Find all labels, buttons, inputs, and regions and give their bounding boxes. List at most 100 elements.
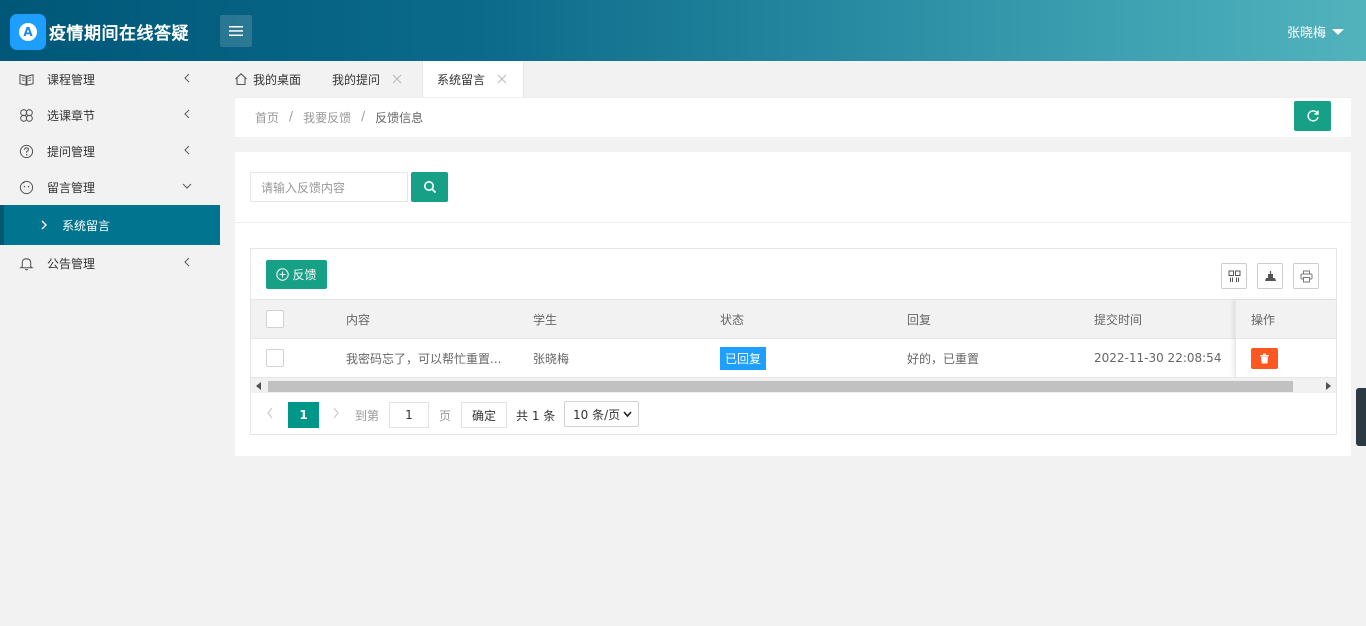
pagination: 1 到第 1 页 确定 共 1 条 10 条/页 — [251, 393, 1336, 434]
export-button[interactable] — [1257, 263, 1283, 289]
next-page-icon[interactable] — [331, 406, 341, 420]
search-icon — [423, 181, 436, 194]
top-header: A 疫情期间在线答疑 张晓梅 — [0, 0, 1366, 61]
goto-label: 到第 — [355, 409, 380, 423]
app-logo: A — [10, 14, 46, 50]
chevron-left-icon — [184, 73, 190, 83]
select-all-checkbox-wrap — [266, 300, 284, 338]
tab-bar: 我的桌面 我的提问 系统留言 — [220, 61, 1366, 97]
search-input[interactable]: 请输入反馈内容 — [250, 172, 408, 202]
total-count: 共 1 条 — [516, 409, 556, 423]
hamburger-icon — [229, 26, 243, 36]
cell-reply: 好的，已重置 — [907, 351, 980, 366]
cell-status: 已回复 — [720, 339, 767, 377]
cell-time: 2022-11-30 22:08:54 — [1094, 351, 1222, 365]
fixed-action-column: 操作 — [1235, 300, 1336, 377]
question-icon — [18, 143, 34, 159]
main-panel: 请输入反馈内容 反馈 内容 学生 状态 回复 提交时间 我密码忘了，可以帮忙重置… — [235, 152, 1351, 456]
search-button[interactable] — [411, 172, 448, 202]
sidebar-item-label: 系统留言 — [62, 218, 111, 233]
user-name: 张晓梅 — [1286, 26, 1326, 41]
tab-system-message[interactable]: 系统留言 — [422, 61, 524, 97]
sidebar-item-course[interactable]: 课程管理 — [0, 61, 220, 97]
trash-icon — [1260, 353, 1269, 363]
sidebar-item-label: 选课章节 — [47, 108, 96, 123]
select-all-checkbox[interactable] — [266, 310, 284, 328]
breadcrumb-parent[interactable]: 我要反馈 — [303, 109, 351, 126]
close-icon[interactable] — [497, 74, 507, 84]
tab-label: 我的提问 — [332, 72, 381, 87]
scroll-thumb[interactable] — [268, 381, 1293, 392]
status-badge: 已回复 — [720, 346, 767, 370]
chevron-down-icon — [623, 411, 632, 418]
home-icon — [235, 73, 247, 86]
breadcrumb-separator: / — [361, 109, 366, 123]
print-icon — [1300, 270, 1312, 282]
page-number-input[interactable]: 1 — [389, 402, 429, 428]
columns-filter-button[interactable] — [1221, 263, 1247, 289]
confirm-page-button[interactable]: 确定 — [461, 402, 507, 428]
cell-action — [1236, 339, 1336, 377]
tab-my-desktop[interactable]: 我的桌面 — [234, 61, 301, 97]
sidebar-item-message[interactable]: 留言管理 — [0, 169, 220, 205]
page-unit-label: 页 — [439, 409, 452, 423]
column-header-time[interactable]: 提交时间 — [1094, 300, 1142, 338]
page-current[interactable]: 1 — [288, 402, 319, 428]
column-header-student[interactable]: 学生 — [533, 300, 557, 338]
logo-letter: A — [19, 23, 37, 41]
breadcrumb-current: 反馈信息 — [375, 111, 424, 125]
column-header-reply[interactable]: 回复 — [907, 300, 931, 338]
plus-circle-icon — [276, 268, 290, 281]
search-placeholder: 请输入反馈内容 — [261, 180, 346, 195]
horizontal-scrollbar[interactable] — [251, 377, 1336, 393]
chevron-left-icon — [184, 257, 190, 267]
column-header-content[interactable]: 内容 — [346, 300, 370, 338]
delete-button[interactable] — [1251, 347, 1278, 369]
sidebar-item-system-message[interactable]: 系统留言 — [0, 205, 220, 245]
menu-toggle-button[interactable] — [220, 15, 252, 47]
column-header-action: 操作 — [1236, 300, 1336, 339]
page-size-select[interactable]: 10 条/页 — [564, 401, 639, 427]
prev-page-icon[interactable] — [265, 406, 275, 420]
page-size-value: 10 条/页 — [573, 407, 621, 422]
breadcrumb-bar: 首页 / 我要反馈 / 反馈信息 — [235, 97, 1351, 137]
cell-student: 张晓梅 — [533, 351, 570, 366]
export-icon — [1264, 270, 1276, 281]
breadcrumb: 首页 / 我要反馈 / 反馈信息 — [255, 109, 423, 126]
app-title: 疫情期间在线答疑 — [49, 24, 189, 44]
add-feedback-button[interactable]: 反馈 — [266, 260, 327, 289]
table-header: 内容 学生 状态 回复 提交时间 — [251, 300, 1336, 339]
close-icon[interactable] — [392, 74, 402, 84]
tab-my-questions[interactable]: 我的提问 — [332, 61, 402, 97]
breadcrumb-separator: / — [289, 109, 294, 123]
chevron-left-icon — [184, 145, 190, 155]
breadcrumb-home[interactable]: 首页 — [255, 109, 279, 126]
cell-content: 我密码忘了，可以帮忙重置... — [346, 351, 502, 366]
sidebar-item-chapter[interactable]: 选课章节 — [0, 97, 220, 133]
chevron-left-icon — [184, 109, 190, 119]
sidebar-item-question[interactable]: 提问管理 — [0, 133, 220, 169]
bell-icon — [18, 255, 34, 271]
row-checkbox[interactable] — [266, 349, 284, 367]
sidebar-item-label: 课程管理 — [47, 72, 96, 87]
sidebar-item-label: 公告管理 — [47, 256, 96, 271]
user-menu[interactable]: 张晓梅 — [1287, 22, 1344, 41]
refresh-button[interactable] — [1294, 101, 1331, 131]
tab-label: 我的桌面 — [253, 72, 302, 87]
clover-icon — [18, 107, 34, 123]
refresh-icon — [1306, 110, 1319, 122]
book-icon — [18, 71, 34, 87]
print-button[interactable] — [1293, 263, 1319, 289]
scroll-right-icon[interactable] — [1326, 382, 1331, 390]
floating-side-widget[interactable] — [1356, 388, 1366, 446]
chevron-down-icon — [182, 183, 192, 189]
sidebar-item-label: 提问管理 — [47, 144, 96, 159]
sidebar-item-notice[interactable]: 公告管理 — [0, 245, 220, 281]
chevron-right-icon — [41, 220, 47, 230]
columns-icon — [1228, 270, 1240, 282]
scroll-left-icon[interactable] — [256, 382, 261, 390]
column-header-status[interactable]: 状态 — [720, 300, 744, 338]
sidebar: 课程管理 选课章节 提问管理 留言管理 系统留言 公告管理 — [0, 61, 220, 626]
data-table: 反馈 内容 学生 状态 回复 提交时间 我密码忘了，可以帮忙重置... 张晓梅 … — [250, 248, 1337, 435]
tab-label: 系统留言 — [437, 72, 486, 87]
